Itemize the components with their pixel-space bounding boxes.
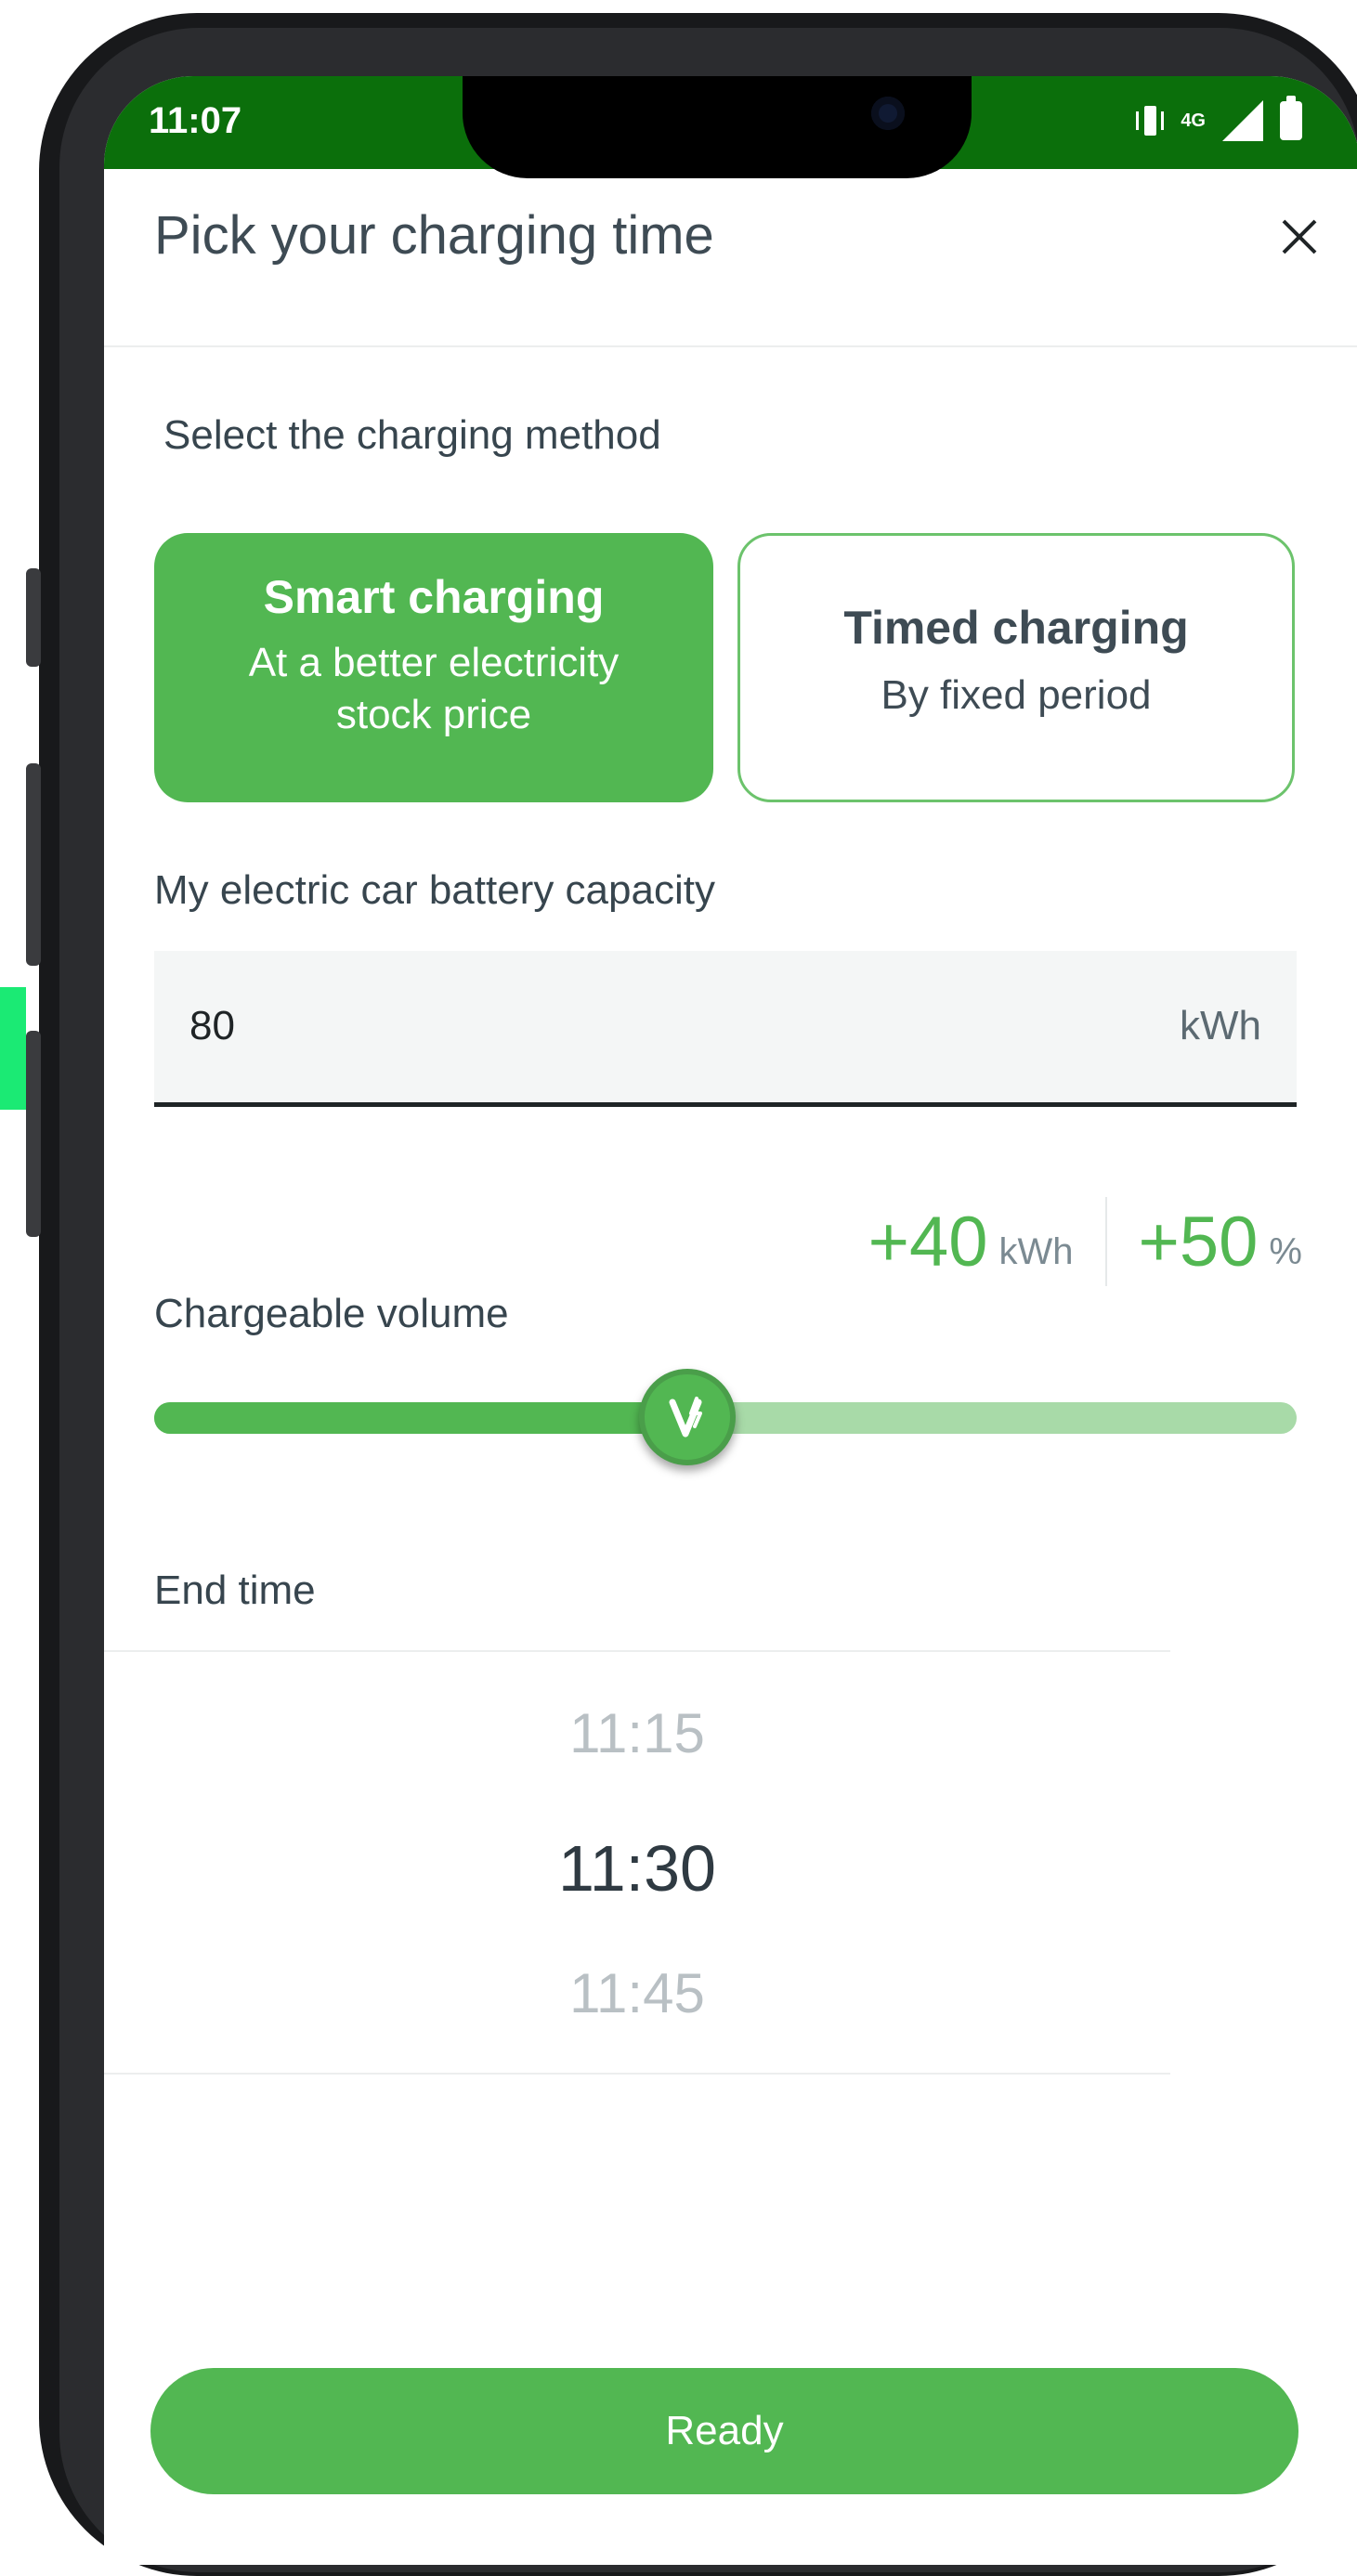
time-option[interactable]: 11:45: [104, 1961, 1170, 2025]
battery-capacity-field[interactable]: 80 kWh: [154, 951, 1297, 1107]
delta-percent-unit: %: [1269, 1230, 1302, 1272]
picker-divider: [104, 1650, 1170, 1652]
method-section-label: Select the charging method: [163, 412, 661, 458]
status-time: 11:07: [149, 100, 242, 141]
delta-kwh-value: +40: [868, 1202, 988, 1281]
delta-kwh-unit: kWh: [998, 1230, 1074, 1272]
delta-percent-value: +50: [1138, 1202, 1259, 1281]
battery-capacity-label: My electric car battery capacity: [154, 867, 715, 913]
battery-capacity-unit: kWh: [1180, 1003, 1261, 1048]
volume-slider-fill: [154, 1402, 715, 1434]
ready-button[interactable]: Ready: [150, 2368, 1298, 2494]
time-option[interactable]: 11:15: [104, 1701, 1170, 1765]
sheet-header: Pick your charging time: [104, 169, 1357, 347]
option-title: Timed charging: [843, 602, 1189, 654]
camera-notch: [463, 76, 972, 178]
option-subtitle: At a better electricity stock price: [248, 640, 620, 737]
green-edge-marker: [0, 987, 26, 1110]
charge-delta: +40 kWh +50 %: [868, 1190, 1302, 1293]
option-subtitle: By fixed period: [881, 672, 1152, 718]
option-title: Smart charging: [263, 571, 605, 623]
signal-icon: [1222, 100, 1263, 141]
smart-charging-option[interactable]: Smart charging At a better electricity s…: [154, 533, 713, 802]
phone-side-button: [26, 1031, 41, 1237]
vibrate-icon: [1136, 102, 1165, 139]
close-icon[interactable]: [1276, 214, 1323, 260]
status-icons: 4G: [1136, 96, 1302, 141]
charging-bolt-icon: [669, 1397, 702, 1438]
end-time-label: End time: [154, 1568, 316, 1613]
phone-side-button: [26, 568, 41, 667]
battery-icon: [1280, 96, 1302, 140]
time-option-selected[interactable]: 11:30: [104, 1831, 1170, 1906]
picker-divider: [104, 2073, 1170, 2075]
phone-screen: 11:07 4G Pick your charging time Select …: [104, 76, 1357, 2565]
battery-capacity-value: 80: [189, 1003, 235, 1048]
phone-side-button: [26, 763, 41, 966]
delta-divider: [1104, 1197, 1107, 1286]
front-camera: [871, 97, 905, 130]
timed-charging-option[interactable]: Timed charging By fixed period: [737, 533, 1295, 802]
page-title: Pick your charging time: [154, 205, 714, 266]
volume-slider-thumb[interactable]: [639, 1369, 736, 1465]
chargeable-volume-label: Chargeable volume: [154, 1291, 509, 1336]
network-type-icon: 4G: [1181, 111, 1206, 131]
